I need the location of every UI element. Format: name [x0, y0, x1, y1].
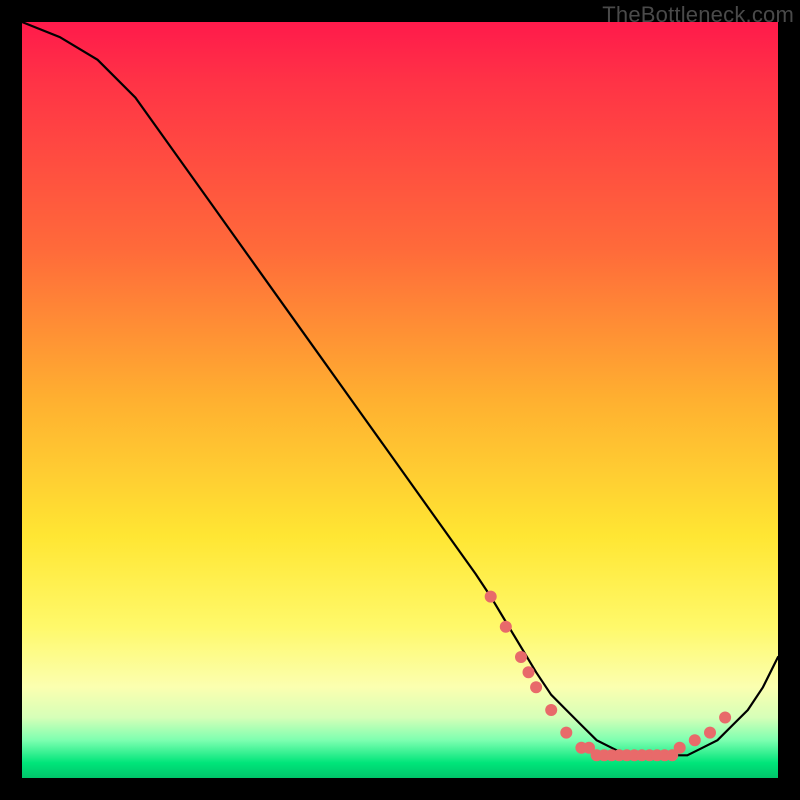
chart-marker [545, 704, 557, 716]
bottleneck-curve [22, 22, 778, 755]
chart-marker [719, 712, 731, 724]
watermark-text: TheBottleneck.com [602, 2, 794, 28]
chart-marker [674, 742, 686, 754]
chart-marker [689, 734, 701, 746]
chart-svg [22, 22, 778, 778]
chart-marker [485, 591, 497, 603]
chart-line-layer [22, 22, 778, 755]
chart-marker [530, 681, 542, 693]
chart-plot-area [22, 22, 778, 778]
chart-marker [515, 651, 527, 663]
chart-stage: TheBottleneck.com [0, 0, 800, 800]
chart-marker [560, 727, 572, 739]
chart-marker [704, 727, 716, 739]
chart-marker [523, 666, 535, 678]
chart-marker [500, 621, 512, 633]
chart-markers-layer [485, 591, 731, 762]
